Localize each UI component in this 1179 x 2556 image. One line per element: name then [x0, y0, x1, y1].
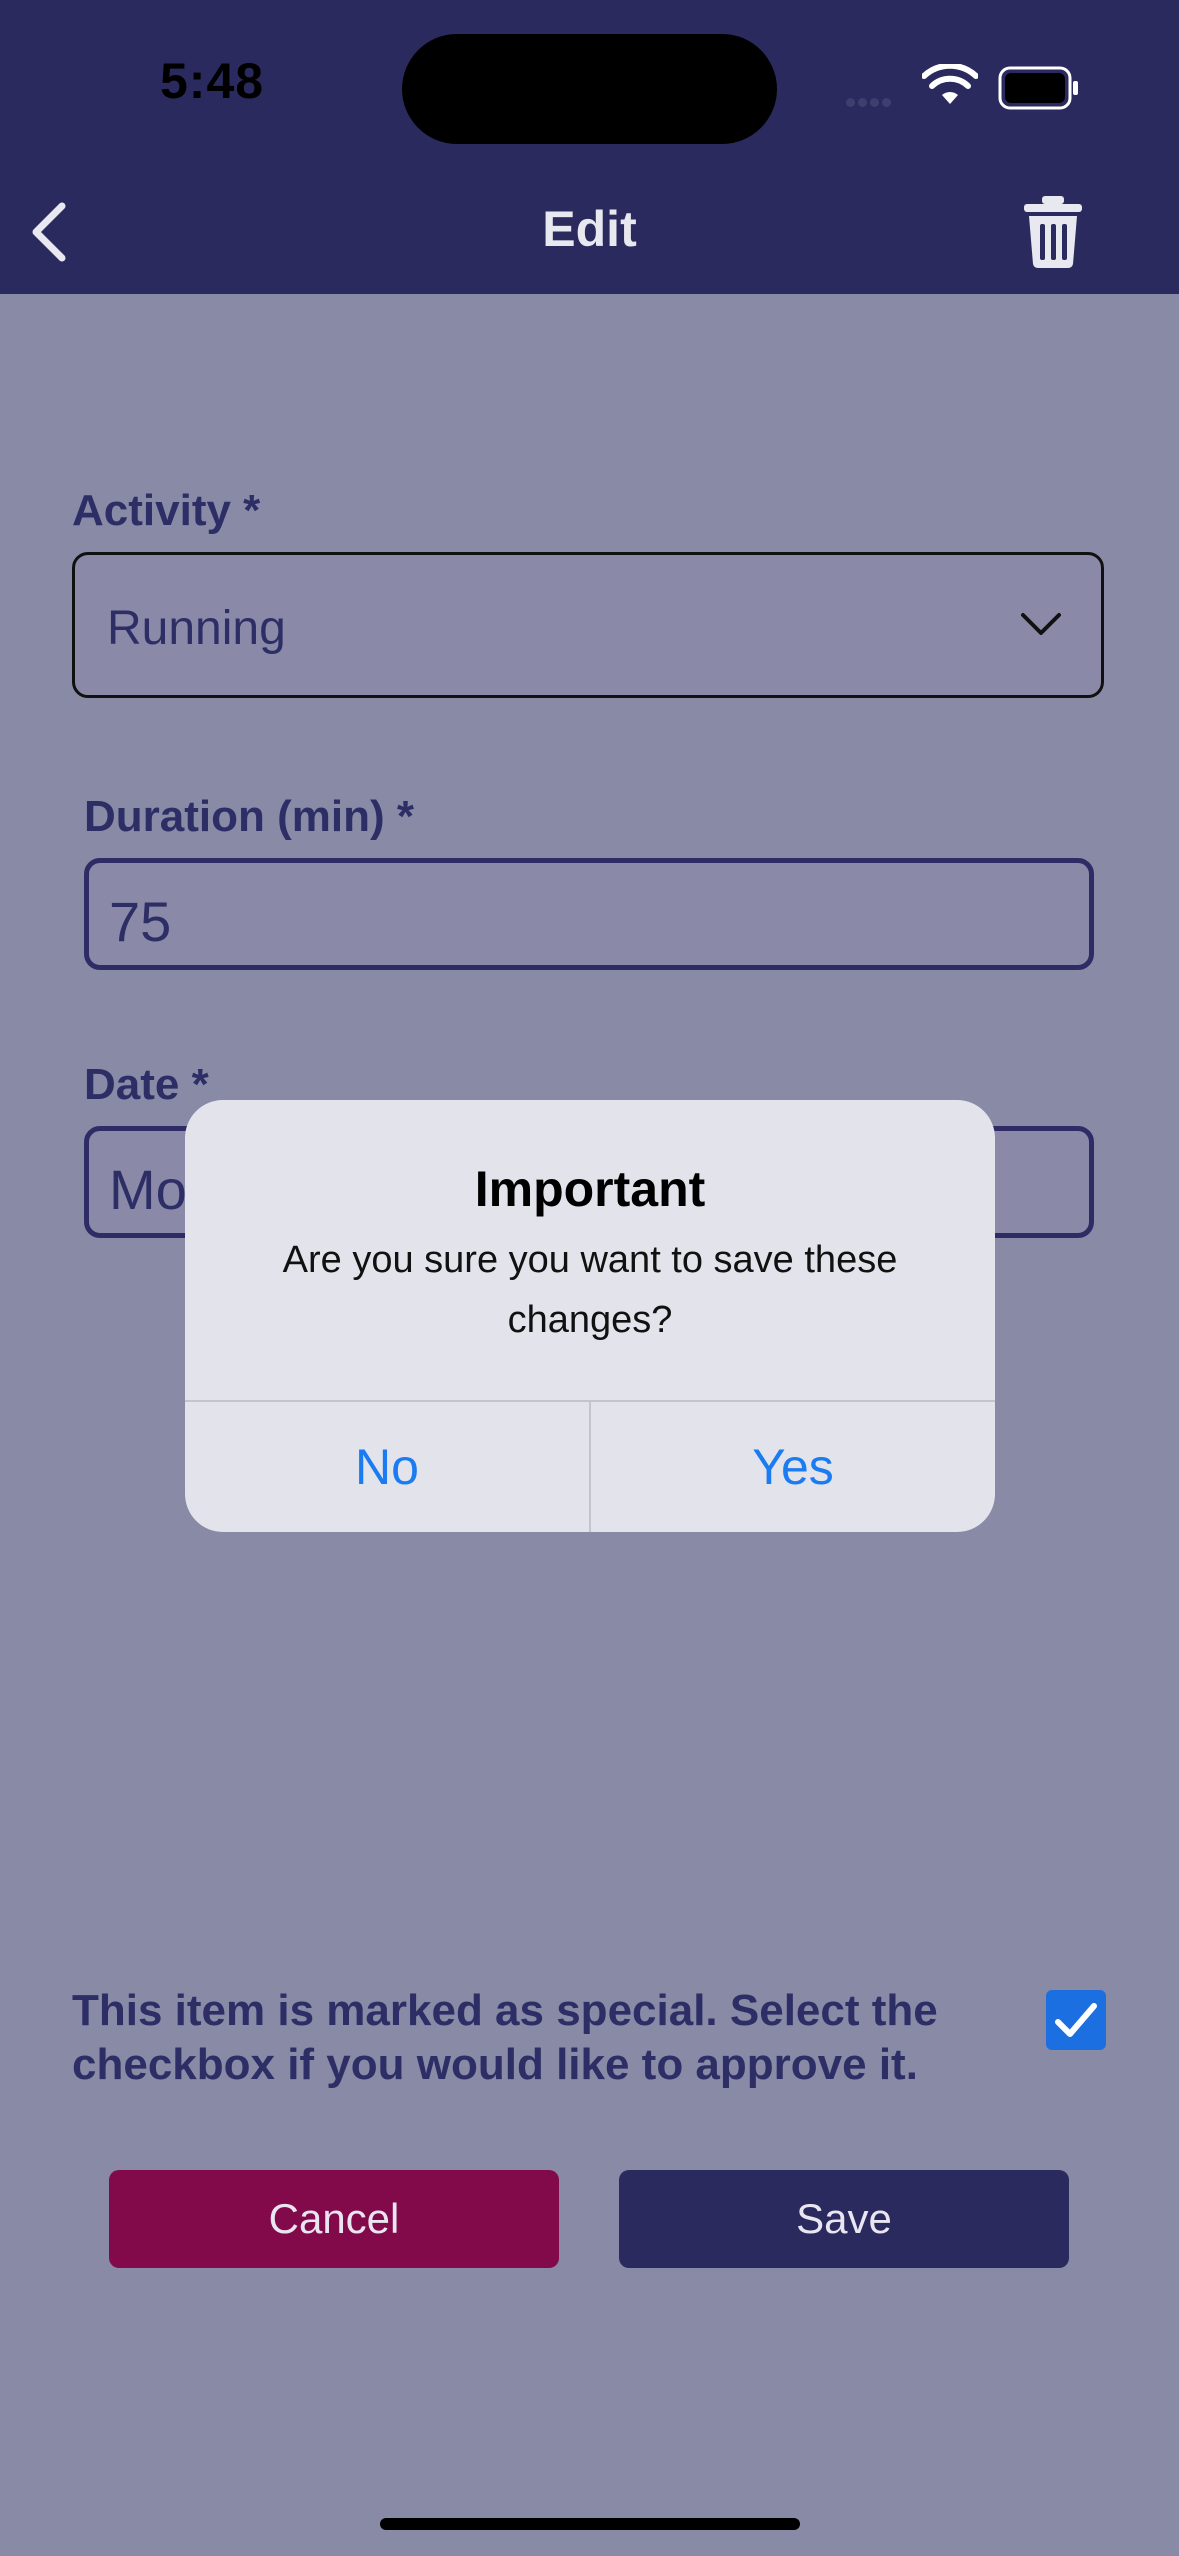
confirm-alert: Important Are you sure you want to save … — [185, 1100, 995, 1532]
alert-yes-button[interactable]: Yes — [591, 1402, 995, 1532]
cancel-button[interactable]: Cancel — [109, 2170, 559, 2268]
activity-label: Activity * — [72, 486, 261, 535]
approve-checkbox[interactable] — [1046, 1990, 1106, 2050]
activity-value: Running — [107, 602, 286, 655]
special-notice: This item is marked as special. Select t… — [72, 1986, 938, 2089]
status-time: 5:48 — [160, 53, 265, 109]
duration-label: Duration (min) * — [84, 792, 414, 841]
dynamic-island — [402, 34, 777, 144]
activity-select[interactable]: Running — [72, 552, 1104, 698]
battery-icon — [998, 66, 1078, 110]
chevron-down-icon — [1021, 613, 1061, 635]
alert-title: Important — [474, 1161, 706, 1217]
duration-field[interactable]: 75 — [84, 858, 1094, 970]
trash-icon[interactable] — [1020, 194, 1086, 270]
date-label: Date * — [84, 1060, 209, 1109]
status-bar: 5:48 — [0, 0, 1179, 170]
alert-message: Are you sure you want to save these chan… — [282, 1239, 898, 1341]
page-title: Edit — [542, 201, 637, 257]
duration-value: 75 — [109, 890, 172, 953]
nav-bar: Edit — [0, 170, 1179, 294]
home-indicator — [380, 2518, 800, 2530]
date-value: Mo — [109, 1158, 187, 1221]
checkmark-icon — [1055, 2003, 1097, 2037]
alert-no-button[interactable]: No — [185, 1402, 589, 1532]
wifi-icon — [922, 64, 978, 104]
signal-dots-icon — [846, 94, 906, 107]
save-button[interactable]: Save — [619, 2170, 1069, 2268]
